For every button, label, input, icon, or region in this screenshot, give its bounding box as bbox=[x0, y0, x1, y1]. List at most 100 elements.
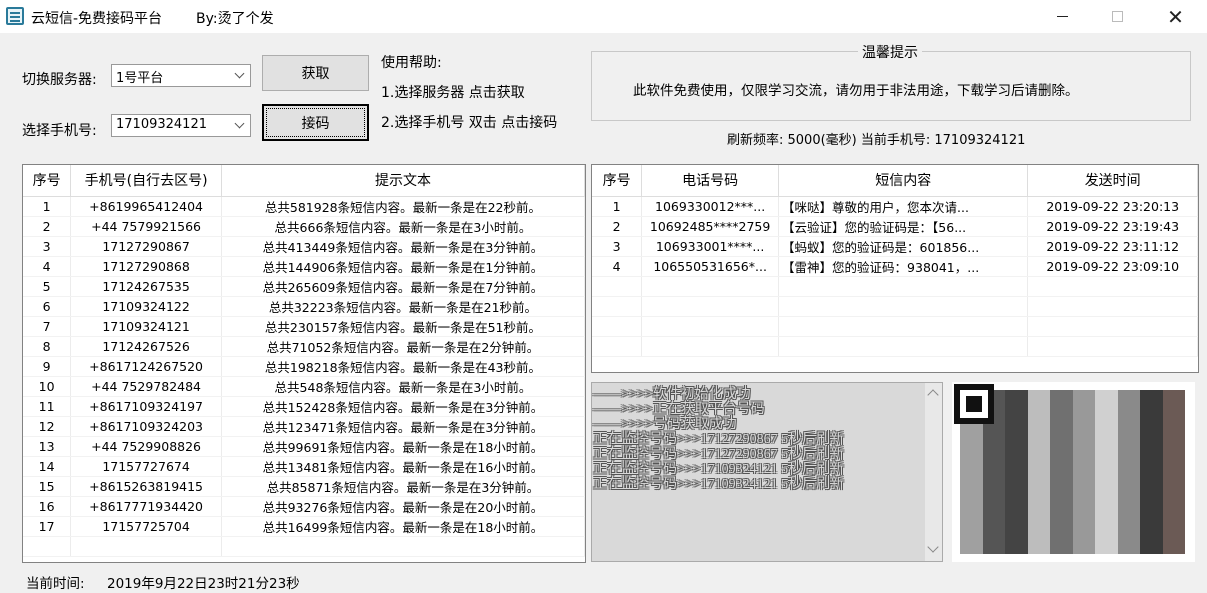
column-header[interactable]: 短信内容 bbox=[778, 165, 1029, 197]
minimize-button[interactable] bbox=[1035, 0, 1090, 33]
qr-cell bbox=[982, 513, 1005, 534]
tips-text: 此软件免费使用，仅限学习交流，请勿用于非法用途，下载学习后请删除。 bbox=[633, 83, 1079, 99]
table-cell: +8615263819415 bbox=[70, 476, 222, 497]
table-cell: 总共71052条短信内容。最新一条是在2分钟前。 bbox=[221, 336, 585, 357]
empty-row bbox=[592, 276, 1198, 297]
current-time-label: 当前时间: bbox=[26, 576, 85, 592]
phone-select-value: 17109324121 bbox=[116, 117, 207, 132]
qr-cell bbox=[982, 533, 1005, 554]
table-cell: 1069330012***... bbox=[641, 196, 780, 217]
table-cell: 总共548条短信内容。最新一条是在3小时前。 bbox=[221, 376, 585, 397]
table-cell: 17157725704 bbox=[70, 516, 222, 537]
table-cell: 7 bbox=[23, 316, 72, 337]
log-line: 正在监控号码>>>17109324121 5秒后刷新 bbox=[593, 477, 845, 492]
qr-cell bbox=[1005, 533, 1028, 554]
phone-select[interactable]: 17109324121 bbox=[111, 114, 251, 137]
table-row[interactable]: 3 17127290867 总共413449条短信内容。最新一条是在3分钟前。 bbox=[23, 236, 585, 257]
table-row[interactable]: 3 106933001****... 【蚂蚁】您的验证码是：601856... 201… bbox=[592, 236, 1198, 257]
qr-cell bbox=[1005, 492, 1028, 513]
table-row[interactable]: 16 +8617771934420 总共93276条短信内容。最新一条是在20小时前… bbox=[23, 496, 585, 517]
table-row[interactable]: 2 10692485****2759 【云验证】您的验证码是：【56... 2019-… bbox=[592, 216, 1198, 237]
table-cell: +8617109324203 bbox=[70, 416, 222, 437]
column-header[interactable]: 发送时间 bbox=[1027, 165, 1198, 197]
qr-cell bbox=[1050, 410, 1073, 431]
table-row[interactable]: 9 +8617124267520 总共198218条短信内容。最新一条是在43秒前。 bbox=[23, 356, 585, 377]
qr-cell bbox=[1072, 472, 1095, 493]
log-line: ——>>>>软件初始化成功 bbox=[593, 387, 751, 402]
maximize-button[interactable] bbox=[1090, 0, 1145, 33]
table-row[interactable]: 1 1069330012***... 【咪哒】尊敬的用户，您本次请... 2019-0… bbox=[592, 196, 1198, 217]
table-row[interactable]: 4 17127290868 总共144906条短信内容。最新一条是在1分钟前。 bbox=[23, 256, 585, 277]
qr-cell bbox=[1117, 431, 1140, 452]
table-row[interactable]: 8 17124267526 总共71052条短信内容。最新一条是在2分钟前。 bbox=[23, 336, 585, 357]
table-row[interactable]: 2 +44 7579921566 总共666条短信内容。最新一条是在3小时前。 bbox=[23, 216, 585, 237]
qr-cell bbox=[1140, 513, 1163, 534]
phone-label: 选择手机号: bbox=[22, 123, 97, 139]
help-step-1: 1.选择服务器 点击获取 bbox=[381, 85, 525, 101]
qr-cell bbox=[982, 492, 1005, 513]
column-header[interactable]: 序号 bbox=[592, 165, 643, 197]
qr-cell bbox=[1027, 533, 1050, 554]
help-title: 使用帮助: bbox=[381, 55, 442, 71]
log-line: 正在监控号码>>>17127290867 5秒后刷新 bbox=[593, 447, 845, 462]
qr-cell bbox=[1162, 513, 1185, 534]
empty-row bbox=[592, 296, 1198, 317]
qr-cell bbox=[1050, 431, 1073, 452]
table-row[interactable]: 10 +44 7529782484 总共548条短信内容。最新一条是在3小时前。 bbox=[23, 376, 585, 397]
server-select[interactable]: 1号平台 bbox=[111, 64, 251, 87]
qr-cell bbox=[1005, 472, 1028, 493]
table-row[interactable]: 11 +8617109324197 总共152428条短信内容。最新一条是在3分钟前… bbox=[23, 396, 585, 417]
column-header[interactable]: 序号 bbox=[23, 165, 72, 197]
qr-cell bbox=[1117, 513, 1140, 534]
table-cell: 8 bbox=[23, 336, 72, 357]
table-cell: 11 bbox=[23, 396, 72, 417]
log-line: ——>>>>正在获取平台号码 bbox=[593, 402, 765, 417]
sms-list-table[interactable]: 序号 电话号码 短信内容 发送时间 1 1069330012***... 【咪哒】尊敬的用… bbox=[591, 164, 1199, 373]
author-label: By:烫了个发 bbox=[196, 11, 274, 27]
column-header[interactable]: 提示文本 bbox=[221, 165, 585, 197]
log-scrollbar[interactable] bbox=[925, 383, 942, 561]
table-cell: 1 bbox=[592, 196, 643, 217]
column-header[interactable]: 电话号码 bbox=[641, 165, 780, 197]
table-row[interactable]: 5 17124267535 总共265609条短信内容。最新一条是在7分钟前。 bbox=[23, 276, 585, 297]
qr-cell bbox=[1027, 472, 1050, 493]
scroll-down-icon[interactable] bbox=[927, 541, 939, 553]
qr-cell bbox=[1140, 472, 1163, 493]
table-row[interactable]: 14 17157727674 总共13481条短信内容。最新一条是在16小时前。 bbox=[23, 456, 585, 477]
qr-cell bbox=[982, 431, 1005, 452]
table-cell: 2019-09-22 23:09:10 bbox=[1027, 256, 1198, 277]
table-row[interactable]: 6 17109324122 总共32223条短信内容。最新一条是在21秒前。 bbox=[23, 296, 585, 317]
qr-cell bbox=[1005, 431, 1028, 452]
table-row[interactable]: 7 17109324121 总共230157条短信内容。最新一条是在51秒前。 bbox=[23, 316, 585, 337]
qr-code-image bbox=[952, 382, 1195, 562]
table-row[interactable]: 4 106550531656*... 【雷神】您的验证码：938041，... 201… bbox=[592, 256, 1198, 277]
qr-cell bbox=[960, 431, 983, 452]
log-line: 正在监控号码>>>17109324121 5秒后刷新 bbox=[593, 462, 845, 477]
receive-code-button[interactable]: 接码 bbox=[262, 104, 369, 141]
qr-cell bbox=[1027, 513, 1050, 534]
scroll-up-icon[interactable] bbox=[927, 389, 939, 401]
qr-cell bbox=[1095, 431, 1118, 452]
table-row[interactable]: 17 17157725704 总共16499条短信内容。最新一条是在18小时前。 bbox=[23, 516, 585, 537]
table-cell: +44 7529908826 bbox=[70, 436, 222, 457]
qr-cell bbox=[1140, 533, 1163, 554]
qr-cell bbox=[1027, 410, 1050, 431]
table-cell: 总共16499条短信内容。最新一条是在18小时前。 bbox=[221, 516, 585, 537]
phone-list-table[interactable]: 序号 手机号(自行去区号) 提示文本 1 +8619965412404 总共581928… bbox=[22, 164, 586, 563]
table-cell: 【云验证】您的验证码是：【56... bbox=[778, 216, 1029, 237]
qr-cell bbox=[1117, 451, 1140, 472]
log-textarea[interactable]: ——>>>>软件初始化成功 ——>>>>正在获取平台号码 ——>>>>号码获取成功正… bbox=[591, 382, 943, 562]
qr-cell bbox=[1005, 410, 1028, 431]
fetch-button[interactable]: 获取 bbox=[262, 55, 369, 91]
qr-cell bbox=[1095, 533, 1118, 554]
table-row[interactable]: 15 +8615263819415 总共85871条短信内容。最新一条是在3分钟前。 bbox=[23, 476, 585, 497]
qr-cell bbox=[1117, 410, 1140, 431]
column-header[interactable]: 手机号(自行去区号) bbox=[70, 165, 222, 197]
table-row[interactable]: 13 +44 7529908826 总共99691条短信内容。最新一条是在18小时前… bbox=[23, 436, 585, 457]
table-cell: 16 bbox=[23, 496, 72, 517]
table-row[interactable]: 12 +8617109324203 总共123471条短信内容。最新一条是在3分钟前… bbox=[23, 416, 585, 437]
qr-cell bbox=[1095, 513, 1118, 534]
table-row[interactable]: 1 +8619965412404 总共581928条短信内容。最新一条是在22秒前。 bbox=[23, 196, 585, 217]
close-button[interactable]: ✕ bbox=[1148, 0, 1203, 33]
qr-cell bbox=[1162, 410, 1185, 431]
